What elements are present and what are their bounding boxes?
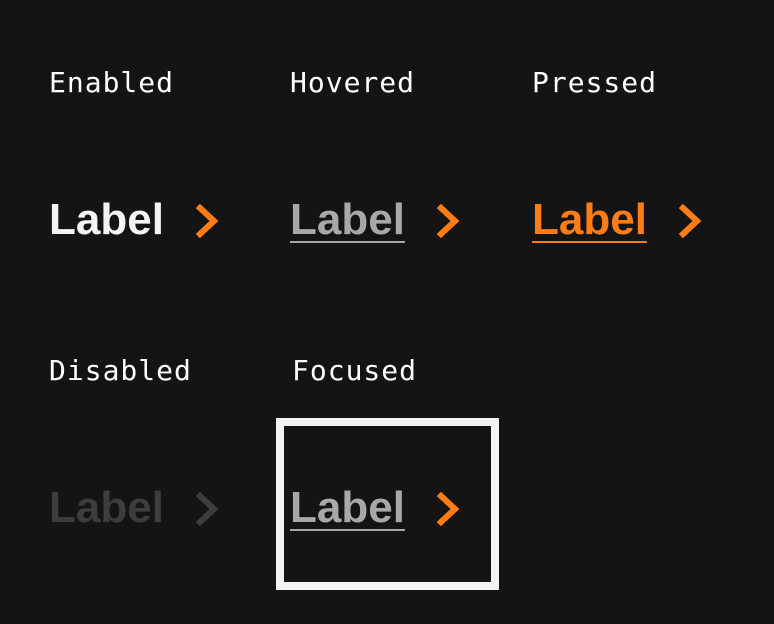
- link-label: Label: [532, 195, 647, 244]
- chevron-right-icon: [677, 204, 705, 238]
- link-label: Label: [290, 195, 405, 244]
- state-title-focused: Focused: [292, 354, 418, 387]
- chevron-right-icon: [194, 492, 222, 526]
- link-enabled[interactable]: Label: [49, 195, 222, 245]
- link-focused[interactable]: Label: [290, 483, 463, 533]
- chevron-right-icon: [435, 492, 463, 526]
- state-title-disabled: Disabled: [49, 354, 192, 387]
- state-title-pressed: Pressed: [532, 66, 658, 99]
- link-label: Label: [290, 483, 405, 532]
- state-title-enabled: Enabled: [49, 66, 175, 99]
- link-disabled: Label: [49, 483, 222, 533]
- link-label: Label: [49, 483, 164, 532]
- state-title-hovered: Hovered: [290, 66, 416, 99]
- chevron-right-icon: [435, 204, 463, 238]
- chevron-right-icon: [194, 204, 222, 238]
- link-label: Label: [49, 195, 164, 244]
- link-pressed[interactable]: Label: [532, 195, 705, 245]
- link-hovered[interactable]: Label: [290, 195, 463, 245]
